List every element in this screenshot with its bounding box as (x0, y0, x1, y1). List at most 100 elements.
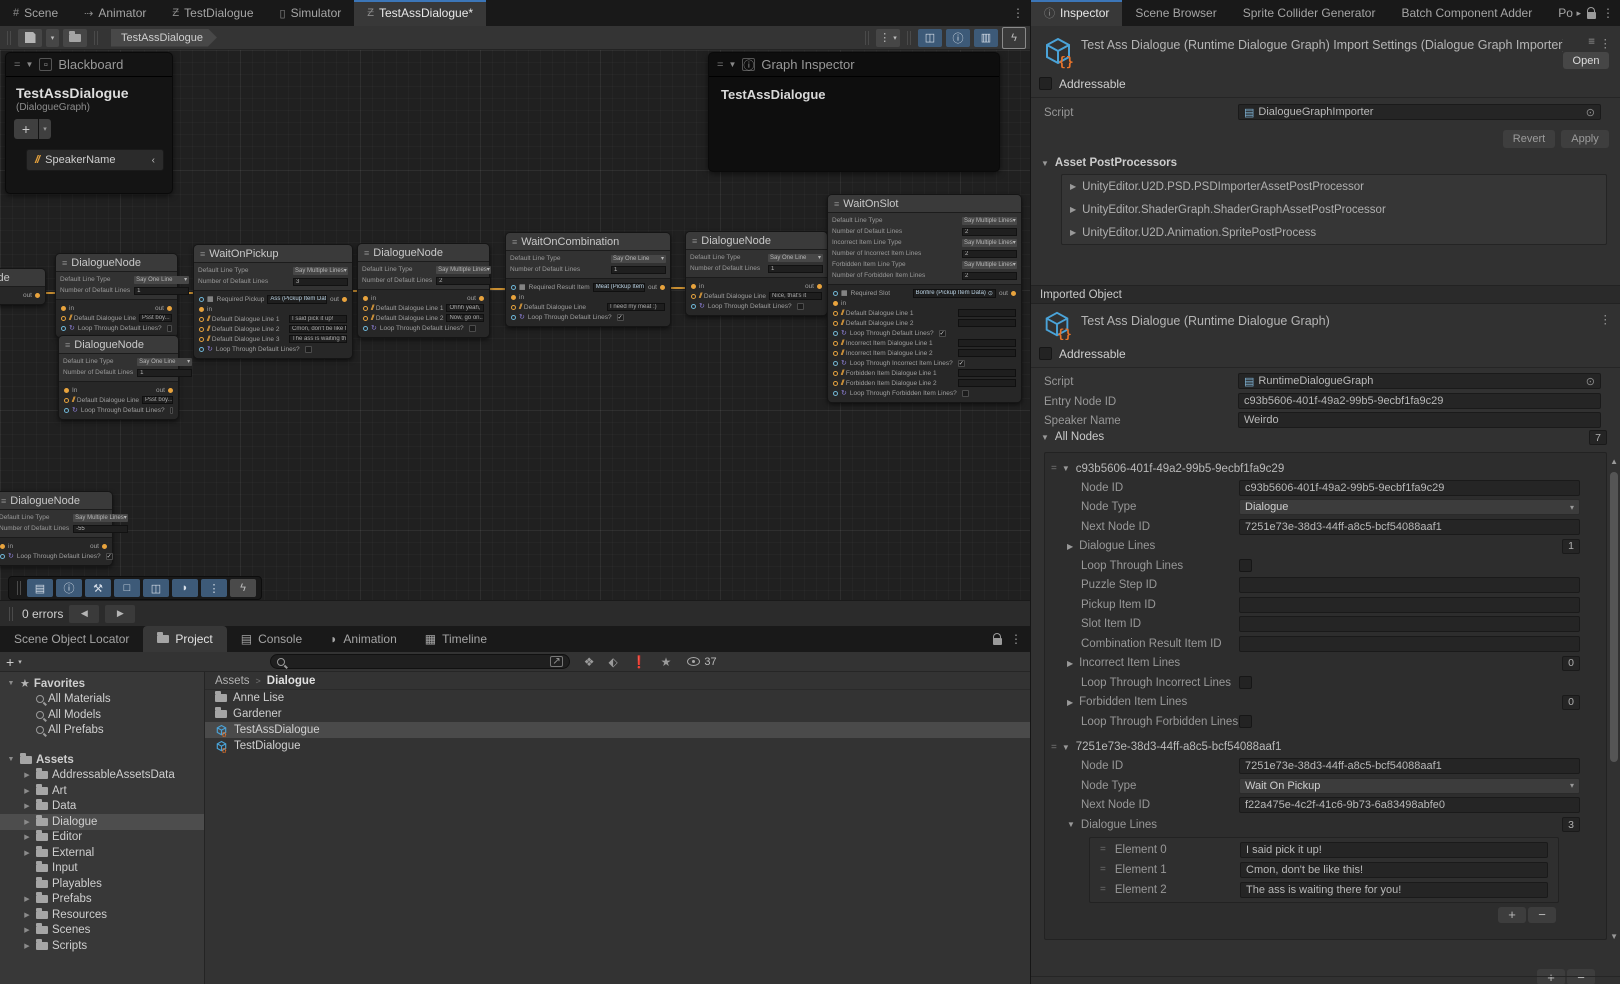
more-toggle[interactable]: ⋮ (201, 579, 227, 597)
node-property-dropdown[interactable]: Say One Line▾ (134, 276, 189, 284)
tree-item-data[interactable]: ▶Data (0, 799, 204, 815)
postprocessor-item[interactable]: ▶UnityEditor.U2D.Animation.SpritePostPro… (1062, 221, 1606, 244)
tab-project[interactable]: Project (143, 626, 226, 652)
save-button[interactable] (18, 29, 42, 47)
line-port[interactable] (833, 371, 838, 376)
script-field[interactable]: ▤ DialogueGraphImporter ⊙ (1238, 104, 1601, 120)
open-in-new-icon[interactable]: ↗ (550, 656, 562, 667)
chevron-icon[interactable]: ▶ (22, 787, 32, 795)
loop-checkbox[interactable]: ✓ (939, 330, 946, 337)
node-dialoguenode[interactable]: ≡DialogueNodeDefault Line TypeSay One Li… (58, 335, 179, 420)
dropdown-node-type[interactable]: Dialogue▾ (1239, 499, 1580, 515)
blackboard-toggle[interactable]: ◫ (918, 29, 942, 47)
inspector-tab-inspector[interactable]: ⓘInspector (1031, 0, 1122, 26)
node-menu-icon[interactable]: ≡ (364, 248, 369, 258)
node-foldout-header[interactable]: =▼c93b5606-401f-49a2-99b5-9ecbf1fa9c29 (1045, 459, 1606, 478)
line-port[interactable] (833, 321, 838, 326)
node-menu-icon[interactable]: ≡ (200, 249, 205, 259)
loop-checkbox[interactable] (170, 407, 173, 414)
addressable-checkbox-2[interactable] (1039, 347, 1052, 360)
window-toggle[interactable]: □ (114, 579, 140, 597)
line-port[interactable] (61, 316, 66, 321)
node-property-dropdown[interactable]: Say One Line▾ (137, 358, 192, 366)
revert-button[interactable]: Revert (1503, 130, 1555, 148)
entry-node-field[interactable]: c93b5606-401f-49a2-99b5-9ecbf1fa9c29 (1238, 393, 1601, 409)
dialogue-line-field[interactable]: Nice, that's it (769, 292, 822, 300)
addressable-checkbox[interactable] (1039, 77, 1052, 90)
node-property-field[interactable]: 1 (768, 265, 823, 273)
dialogue-line-field[interactable] (958, 339, 1016, 347)
script-panel-toggle[interactable]: ▤ (27, 579, 53, 597)
scroll-up-icon[interactable]: ▲ (1610, 457, 1618, 466)
inspector-tab-sprite-collider-generator[interactable]: Sprite Collider Generator (1230, 0, 1389, 26)
layout-toggle[interactable]: ◫ (143, 579, 169, 597)
project-item-anne-lise[interactable]: Anne Lise (205, 690, 1030, 706)
line-port[interactable] (199, 337, 204, 342)
out-port[interactable] (817, 284, 822, 289)
tab-testdialogue[interactable]: ƵTestDialogue (159, 0, 266, 26)
loop-checkbox[interactable] (962, 390, 969, 397)
node-titlebar[interactable]: ≡WaitOnSlot (828, 195, 1021, 213)
checkbox-loop-through-forbidden-lines[interactable] (1239, 715, 1252, 728)
save-dropdown-button[interactable]: ▾ (46, 29, 59, 47)
node-dialoguenode[interactable]: ≡DialogueNodeDefault Line TypeSay One Li… (55, 253, 178, 338)
tab-scene[interactable]: #Scene (0, 0, 71, 26)
tree-item-external[interactable]: ▶External (0, 845, 204, 861)
node-titlebar[interactable]: ≡DialogueNode (0, 492, 112, 510)
line-port[interactable] (64, 398, 69, 403)
in-port[interactable] (0, 544, 5, 549)
check-port[interactable] (511, 315, 516, 320)
inspector-tab-scene-browser[interactable]: Scene Browser (1122, 0, 1229, 26)
node-waitoncombination[interactable]: ≡WaitOnCombinationDefault Line TypeSay O… (505, 232, 671, 327)
check-port[interactable] (199, 347, 204, 352)
field-pickup-item-id[interactable] (1239, 597, 1580, 613)
field-puzzle-step-id[interactable] (1239, 577, 1580, 593)
node-menu-icon[interactable]: ≡ (62, 258, 67, 268)
line-port[interactable] (511, 305, 516, 310)
field-next-node-id[interactable]: f22a475e-4c2f-41c6-9b73-6a83498abfe0 (1239, 797, 1580, 813)
loop-checkbox[interactable] (167, 325, 172, 332)
create-asset-button[interactable]: + (6, 654, 14, 670)
checkbox-loop-through-lines[interactable] (1239, 559, 1252, 572)
out-port[interactable] (342, 297, 347, 302)
graph-inspector-panel[interactable]: = ▼ ⓘ Graph Inspector TestAssDialogue (708, 52, 1000, 172)
element-field[interactable]: The ass is waiting there for you! (1240, 882, 1548, 898)
breadcrumb[interactable]: TestAssDialogue (111, 29, 217, 47)
warning-filter-icon[interactable]: ❗ (632, 655, 647, 669)
node-property-field[interactable]: 1 (137, 369, 192, 377)
line-port[interactable] (833, 381, 838, 386)
foldout-dialogue-lines[interactable]: ▶Dialogue Lines (1067, 540, 1155, 552)
node-titlebar[interactable]: ≡WaitOnPickup (194, 245, 352, 263)
node-menu-icon[interactable]: ≡ (834, 199, 839, 209)
blackboard-panel[interactable]: = ▼ ▫ Blackboard TestAssDialogue (Dialog… (5, 52, 173, 194)
node-property-field[interactable]: 1 (134, 287, 189, 295)
out-port[interactable] (102, 544, 107, 549)
open-button[interactable]: Open (1563, 52, 1609, 69)
tree-item-playables[interactable]: Playables (0, 876, 204, 892)
in-port[interactable] (511, 295, 516, 300)
node-menu-icon[interactable]: ≡ (65, 340, 70, 350)
tree-item-scenes[interactable]: ▶Scenes (0, 923, 204, 939)
chevron-icon[interactable]: ▶ (22, 942, 32, 950)
blackboard-property-speakername[interactable]: // SpeakerName ‹ (26, 149, 164, 171)
inspector-lock-icon[interactable] (1587, 12, 1596, 19)
toolbar-grip[interactable] (7, 31, 11, 45)
search-input[interactable]: ↗ (270, 654, 570, 669)
foldout-forbidden-item-lines[interactable]: ▶Forbidden Item Lines (1067, 696, 1187, 708)
project-kebab-icon[interactable]: ⋮ (1010, 632, 1022, 646)
object-field-value[interactable]: Ass (Pickup Item Data)⊙ (267, 295, 327, 304)
out-port[interactable] (35, 293, 40, 298)
tab-animator[interactable]: ⇢Animator (71, 0, 159, 26)
postprocessor-item[interactable]: ▶UnityEditor.U2D.PSD.PSDImporterAssetPos… (1062, 175, 1606, 198)
chevron-icon[interactable]: ▶ (22, 802, 32, 810)
inspector-tab-batch-component-adder[interactable]: Batch Component Adder (1388, 0, 1545, 26)
object-port[interactable] (833, 291, 838, 296)
node-titlebar[interactable]: ≡DialogueNode (59, 336, 178, 354)
loop-checkbox[interactable] (469, 325, 476, 332)
tab-simulator[interactable]: ▯Simulator (267, 0, 355, 26)
in-port[interactable] (199, 307, 204, 312)
add-line-button[interactable]: + (1498, 907, 1526, 923)
tree-item-resources[interactable]: ▶Resources (0, 907, 204, 923)
count-badge[interactable]: 3 (1562, 817, 1580, 832)
tree-item-favorites[interactable]: ▼★Favorites (0, 676, 204, 692)
